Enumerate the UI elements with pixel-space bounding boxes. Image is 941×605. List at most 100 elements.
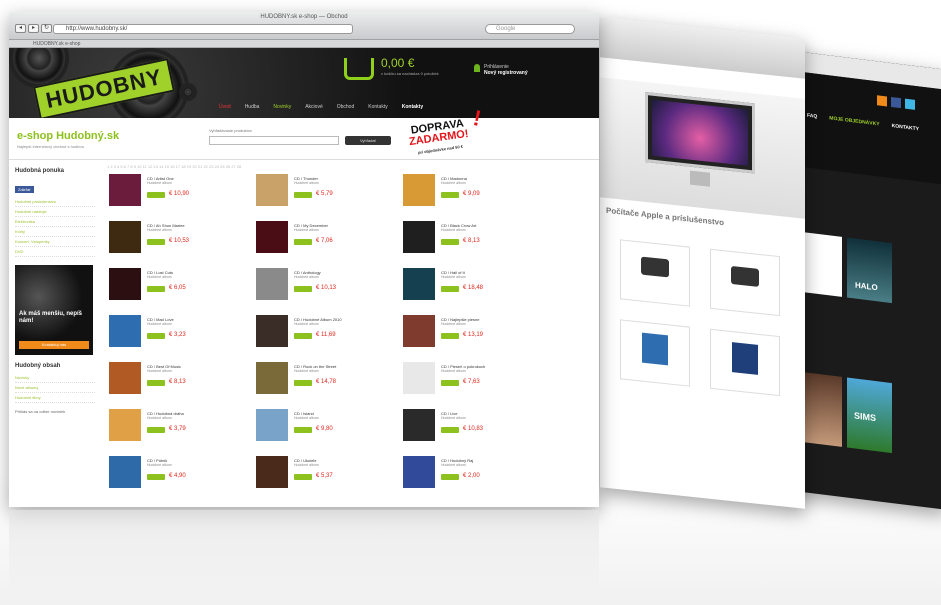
album-cover[interactable] xyxy=(256,409,288,441)
product-card[interactable]: CD / Anthology Hudobné album € 10,13 xyxy=(254,266,401,313)
menu-item[interactable]: Úvod xyxy=(214,102,236,112)
product-card[interactable]: CD / Pútnik Hudobné album € 4,90 xyxy=(107,454,254,501)
add-to-cart-button[interactable] xyxy=(441,333,459,339)
product-card[interactable]: CD / Pieseň o pokrokoch Hudobné album € 7,… xyxy=(401,360,548,407)
album-cover[interactable] xyxy=(256,268,288,300)
album-cover[interactable] xyxy=(109,174,141,206)
add-to-cart-button[interactable] xyxy=(294,333,312,339)
album-cover[interactable] xyxy=(109,409,141,441)
facebook-icon[interactable] xyxy=(891,96,901,109)
add-to-cart-button[interactable] xyxy=(294,380,312,386)
search-button[interactable]: Vyhľadať xyxy=(345,136,391,145)
tab-label[interactable]: HUDOBNY.sk e-shop xyxy=(33,41,80,47)
sidebar-link[interactable]: DVD xyxy=(15,247,95,257)
pagination[interactable]: 1 2 3 4 5 6 7 8 9 10 11 12 13 14 15 16 1… xyxy=(107,160,547,172)
menu-item[interactable]: Novinky xyxy=(268,102,296,112)
sidebar-link[interactable]: Novinky xyxy=(15,373,95,383)
menu-item[interactable]: Kontakty xyxy=(397,102,428,112)
product-card[interactable]: CD / Hudobný Raj Hudobné album € 2,00 xyxy=(401,454,548,501)
sidebar-link[interactable]: Knihy xyxy=(15,227,95,237)
add-to-cart-button[interactable] xyxy=(147,333,165,339)
product-card[interactable]: CD / My December Hudobné album € 7,06 xyxy=(254,219,401,266)
forward-button[interactable]: ▸ xyxy=(28,24,39,33)
twitter-icon[interactable] xyxy=(905,98,915,110)
add-to-cart-button[interactable] xyxy=(294,427,312,433)
product-card[interactable]: CD / Hudobná dráha Hudobné album € 3,79 xyxy=(107,407,254,454)
back-button[interactable]: ◂ xyxy=(15,24,26,33)
facebook-share-button[interactable]: Zdieľať xyxy=(15,186,34,193)
banner-button[interactable]: Kontaktuj nás xyxy=(19,341,89,349)
sidebar-link[interactable]: Nové albumy xyxy=(15,383,95,393)
product-card[interactable]: CD / Najlepšie piesne Hudobné album € 13,1… xyxy=(401,313,548,360)
product-card[interactable]: CD / Best Of Music Hudobné album € 8,13 xyxy=(107,360,254,407)
product-card[interactable]: CD / Lost Cuts Hudobné album € 6,05 xyxy=(107,266,254,313)
menu-item[interactable]: Kontakty xyxy=(363,102,392,112)
sidebar-link[interactable]: Hudobné nástroje xyxy=(15,207,95,217)
add-to-cart-button[interactable] xyxy=(147,239,165,245)
product-card[interactable]: CD / Thunder Hudobné album € 5,79 xyxy=(254,172,401,219)
menu-contacts[interactable]: KONTAKTY xyxy=(892,123,919,132)
product-card[interactable]: CD / Ukulele Hudobné album € 5,37 xyxy=(254,454,401,501)
album-cover[interactable] xyxy=(403,456,435,488)
album-cover[interactable] xyxy=(109,315,141,347)
album-cover[interactable] xyxy=(256,221,288,253)
add-to-cart-button[interactable] xyxy=(294,192,312,198)
search-field[interactable]: Google xyxy=(485,24,575,34)
album-cover[interactable] xyxy=(109,268,141,300)
product-card[interactable]: CD / Live Hudobné album € 10,83 xyxy=(401,407,548,454)
rss-icon[interactable] xyxy=(877,95,887,107)
album-cover[interactable] xyxy=(403,268,435,300)
sidebar-link[interactable]: Elektronika xyxy=(15,217,95,227)
album-cover[interactable] xyxy=(109,456,141,488)
album-cover[interactable] xyxy=(256,456,288,488)
reload-icon[interactable]: ↻ xyxy=(41,24,52,33)
album-cover[interactable] xyxy=(403,409,435,441)
album-cover[interactable] xyxy=(403,221,435,253)
album-cover[interactable] xyxy=(109,362,141,394)
product-card[interactable]: CD / Hall of It Hudobné album € 18,48 xyxy=(401,266,548,313)
album-cover[interactable] xyxy=(256,362,288,394)
product-card[interactable]: CD / Ah Shun Mariee Hudobné album € 10,53 xyxy=(107,219,254,266)
menu-item[interactable]: Obchod xyxy=(332,102,360,112)
add-to-cart-button[interactable] xyxy=(441,380,459,386)
add-to-cart-button[interactable] xyxy=(147,286,165,292)
register-link[interactable]: Nový registrovaný xyxy=(484,70,528,76)
product-card[interactable]: CD / Hudobné Album 2010 Hudobné album € 11… xyxy=(254,313,401,360)
product-card[interactable]: CD / Rock on the Street Hudobné album € 14… xyxy=(254,360,401,407)
album-cover[interactable] xyxy=(403,362,435,394)
add-to-cart-button[interactable] xyxy=(294,474,312,480)
add-to-cart-button[interactable] xyxy=(147,427,165,433)
product-card[interactable]: CD / Black Crow Art Hudobné album € 8,13 xyxy=(401,219,548,266)
menu-item[interactable]: Hudba xyxy=(240,102,265,112)
add-to-cart-button[interactable] xyxy=(147,474,165,480)
menu-item[interactable]: Akciové xyxy=(300,102,328,112)
add-to-cart-button[interactable] xyxy=(147,380,165,386)
product-card[interactable]: CD / Artist One Hudobné album € 10,90 xyxy=(107,172,254,219)
add-to-cart-button[interactable] xyxy=(441,192,459,198)
menu-orders[interactable]: MOJE OBJEDNÁVKY xyxy=(829,115,879,127)
product-card[interactable]: CD / Island Hudobné album € 9,80 xyxy=(254,407,401,454)
cart-icon[interactable] xyxy=(344,58,374,80)
album-cover[interactable] xyxy=(256,174,288,206)
promo-banner[interactable]: Ak máš menšiu, nepíš nám! Kontaktuj nás xyxy=(15,265,93,355)
add-to-cart-button[interactable] xyxy=(294,239,312,245)
album-cover[interactable] xyxy=(256,315,288,347)
menu-faq[interactable]: FAQ xyxy=(807,113,817,120)
address-bar[interactable]: http://www.hudobny.sk/ xyxy=(53,24,353,34)
album-cover[interactable] xyxy=(109,221,141,253)
add-to-cart-button[interactable] xyxy=(441,474,459,480)
add-to-cart-button[interactable] xyxy=(294,286,312,292)
product-card[interactable]: CD / Madonna Hudobné album € 9,09 xyxy=(401,172,548,219)
album-cover[interactable] xyxy=(403,315,435,347)
add-to-cart-button[interactable] xyxy=(441,286,459,292)
user-box[interactable]: Prihlásenie Nový registrovaný xyxy=(484,64,528,76)
product-card[interactable]: CD / Mad Love Hudobné album € 3,23 xyxy=(107,313,254,360)
album-cover[interactable] xyxy=(403,174,435,206)
add-to-cart-button[interactable] xyxy=(147,192,165,198)
sidebar-link[interactable]: Hudobné príslušenstvo xyxy=(15,197,95,207)
sidebar-link[interactable]: Hudobné filmy xyxy=(15,393,95,403)
add-to-cart-button[interactable] xyxy=(441,239,459,245)
sidebar-link[interactable]: Koncert, Vstupenky xyxy=(15,237,95,247)
product-search-input[interactable] xyxy=(209,136,339,145)
add-to-cart-button[interactable] xyxy=(441,427,459,433)
